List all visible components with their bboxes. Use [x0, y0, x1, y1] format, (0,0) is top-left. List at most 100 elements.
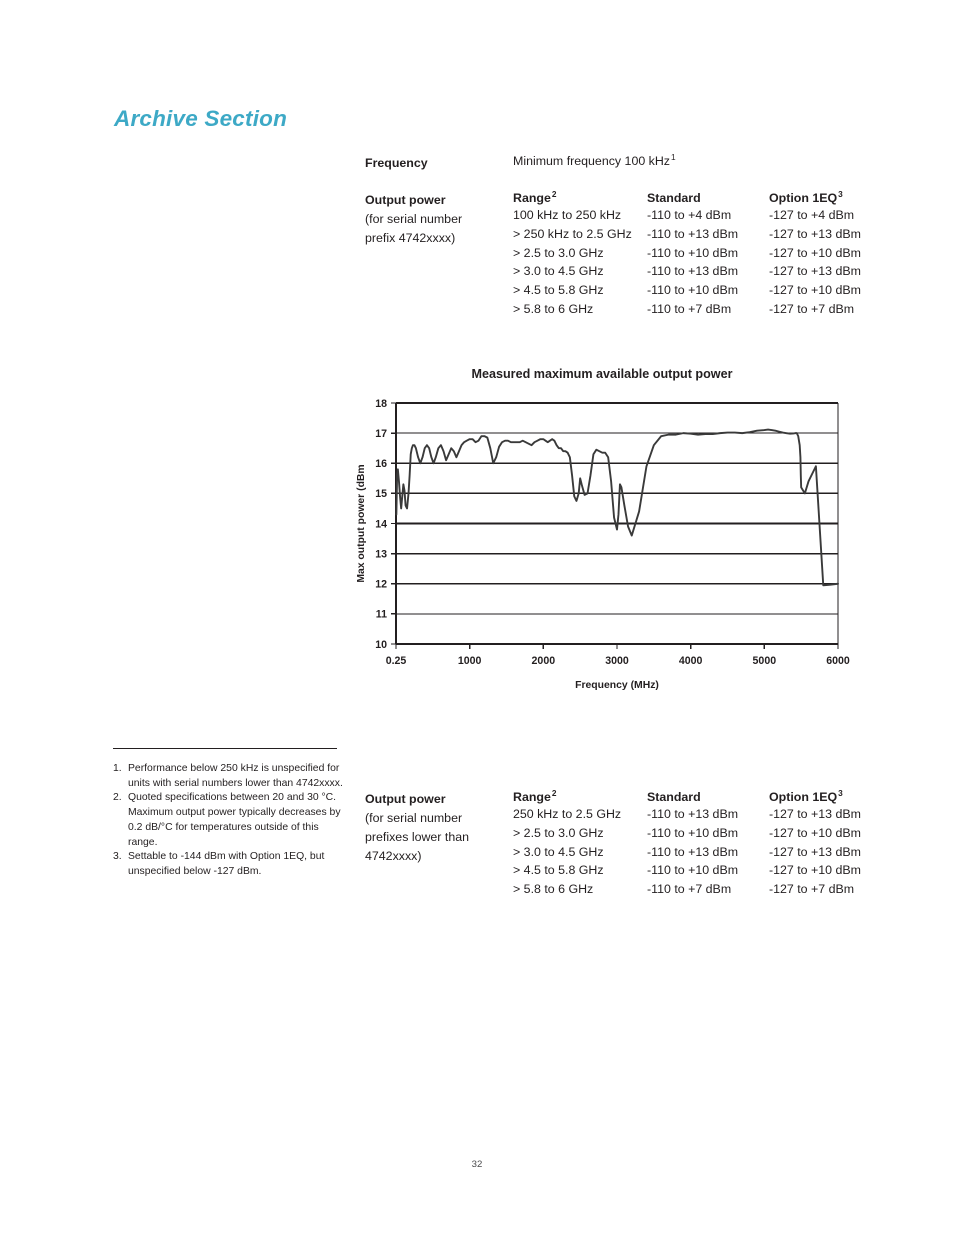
option-cell: -127 to +7 dBm — [769, 882, 855, 897]
y-tick-label: 10 — [375, 639, 387, 651]
table-row: > 3.0 to 4.5 GHz -110 to +13 dBm -127 to +… — [513, 843, 879, 862]
option-cell: -127 to +13 dBm — [769, 226, 861, 241]
standard-cell: -110 to +10 dBm — [647, 245, 739, 260]
range-cell: 250 kHz to 2.5 GHz — [513, 807, 622, 821]
y-tick-label: 14 — [375, 518, 387, 530]
x-tick-label: 0.25 — [386, 655, 407, 667]
option-cell: -127 to +13 dBm — [769, 807, 861, 821]
output-power-label-top: Output power (for serial number prefix 4… — [365, 191, 462, 248]
col-header-option: Option 1EQ3 — [769, 787, 879, 805]
footnote-marker-2: 2 — [551, 787, 557, 798]
table-row: > 5.8 to 6 GHz -110 to +7 dBm -127 to +7 d… — [513, 880, 879, 899]
range-cell: > 5.8 to 6 GHz — [513, 301, 594, 316]
output-power-label-sub-1-bottom: (for serial number — [365, 811, 463, 825]
option-cell: -127 to +13 dBm — [769, 844, 861, 859]
col-header-range-text: Range — [513, 790, 551, 804]
table-row: > 250 kHz to 2.5 GHz -110 to +13 dBm -127 … — [513, 225, 879, 244]
output-power-label-sub-1: (for serial number — [365, 212, 463, 226]
output-power-label-sub-3-bottom: 4742xxxx) — [365, 849, 422, 863]
standard-cell: -110 to +10 dBm — [647, 283, 739, 298]
footnote-text: Performance below 250 kHz is unspecified… — [128, 763, 343, 789]
document-page: Archive Section Frequency Minimum freque… — [0, 0, 954, 1235]
footnote-number: 3. — [113, 851, 122, 863]
output-power-chart: Measured maximum available output power … — [352, 360, 852, 690]
standard-cell: -110 to +13 dBm — [647, 844, 739, 859]
table-row: 250 kHz to 2.5 GHz -110 to +13 dBm -127 to… — [513, 805, 879, 824]
table-row: > 2.5 to 3.0 GHz -110 to +10 dBm -127 to +… — [513, 824, 879, 843]
footnote-item: 1. Performance below 250 kHz is unspecifi… — [113, 762, 345, 791]
standard-cell: -110 to +13 dBm — [647, 264, 739, 279]
y-tick-label: 18 — [375, 398, 387, 410]
footnote-marker-1: 1 — [671, 151, 676, 162]
page-title: Archive Section — [114, 106, 288, 131]
output-power-label-bottom: Output power (for serial number prefixes… — [365, 790, 469, 866]
output-power-table-top: Range2 Standard Option 1EQ3 100 kHz to 2… — [513, 188, 879, 319]
y-tick-label: 16 — [375, 458, 387, 470]
range-cell: > 5.8 to 6 GHz — [513, 882, 594, 897]
range-cell: > 4.5 to 5.8 GHz — [513, 283, 604, 298]
footnote-text: Quoted specifications between 20 and 30 … — [128, 792, 341, 848]
option-cell: -127 to +10 dBm — [769, 863, 861, 878]
chart-canvas: 10 11 12 13 14 15 16 17 18 0.25 1000 2000 3000 4000 50… — [356, 398, 850, 690]
x-tick-label: 1000 — [458, 655, 482, 667]
y-tick-label: 12 — [375, 579, 387, 591]
table-row: > 5.8 to 6 GHz -110 to +7 dBm -127 to +7 d… — [513, 300, 879, 319]
col-header-range: Range2 — [513, 188, 647, 206]
frequency-label: Frequency — [365, 154, 428, 173]
col-header-option: Option 1EQ3 — [769, 188, 879, 206]
col-header-range-text: Range — [513, 191, 551, 205]
x-tick-label: 5000 — [753, 655, 777, 667]
y-tick-label: 11 — [376, 609, 387, 621]
footnote-divider — [113, 748, 337, 749]
table-header-row: Range2 Standard Option 1EQ3 — [513, 787, 879, 805]
y-tick-label: 17 — [375, 428, 387, 440]
footnote-marker-2: 2 — [551, 188, 557, 199]
option-cell: -127 to +10 dBm — [769, 245, 861, 260]
output-power-label-head-bottom: Output power — [365, 792, 446, 806]
output-power-label-sub-2-bottom: prefixes lower than — [365, 830, 469, 844]
footnote-list: 1. Performance below 250 kHz is unspecifi… — [113, 762, 345, 880]
frequency-label-text: Frequency — [365, 156, 428, 170]
option-cell: -127 to +7 dBm — [769, 301, 855, 316]
standard-cell: -110 to +7 dBm — [647, 301, 732, 316]
table-header-row: Range2 Standard Option 1EQ3 — [513, 188, 879, 206]
footnote-marker-3: 3 — [838, 787, 843, 798]
footnote-marker-3: 3 — [838, 188, 843, 199]
minimum-frequency-text: Minimum frequency 100 kHz — [513, 154, 671, 168]
chart-title: Measured maximum available output power — [471, 367, 733, 381]
standard-cell: -110 to +7 dBm — [647, 882, 732, 897]
col-header-option-text: Option 1EQ — [769, 191, 838, 205]
standard-cell: -110 to +10 dBm — [647, 863, 739, 878]
x-tick-label: 6000 — [826, 655, 850, 667]
table-row: 100 kHz to 250 kHz -110 to +4 dBm -127 to … — [513, 206, 879, 225]
y-tick-label: 15 — [375, 488, 387, 500]
standard-cell: -110 to +10 dBm — [647, 825, 739, 840]
table-row: > 4.5 to 5.8 GHz -110 to +10 dBm -127 to +… — [513, 861, 879, 880]
table-row: > 4.5 to 5.8 GHz -110 to +10 dBm -127 to +… — [513, 281, 879, 300]
col-header-standard: Standard — [647, 790, 701, 804]
x-tick-label: 2000 — [532, 655, 556, 667]
col-header-range: Range2 — [513, 787, 647, 805]
output-power-label-head: Output power — [365, 193, 446, 207]
x-tick-label: 3000 — [605, 655, 629, 667]
page-number: 32 — [471, 1159, 483, 1170]
output-power-label-sub-2: prefix 4742xxxx) — [365, 231, 456, 245]
table-row: > 2.5 to 3.0 GHz -110 to +10 dBm -127 to +… — [513, 244, 879, 263]
col-header-standard: Standard — [647, 191, 701, 205]
output-power-table-bottom: Range2 Standard Option 1EQ3 250 kHz to 2… — [513, 787, 879, 899]
minimum-frequency-value: Minimum frequency 100 kHz1 — [513, 151, 676, 168]
footnote-text: Settable to -144 dBm with Option 1EQ, bu… — [128, 851, 325, 877]
x-axis-title: Frequency (MHz) — [575, 680, 659, 690]
option-cell: -127 to +10 dBm — [769, 825, 861, 840]
footnote-item: 2. Quoted specifications between 20 and 3… — [113, 791, 345, 850]
table-row: > 3.0 to 4.5 GHz -110 to +13 dBm -127 to +… — [513, 262, 879, 281]
col-header-option-text: Option 1EQ — [769, 790, 838, 804]
standard-cell: -110 to +4 dBm — [647, 208, 732, 222]
range-cell: > 2.5 to 3.0 GHz — [513, 245, 604, 260]
range-cell: > 4.5 to 5.8 GHz — [513, 863, 604, 878]
y-axis-title: Max output power (dBm — [356, 464, 367, 582]
option-cell: -127 to +10 dBm — [769, 283, 861, 298]
footnote-number: 1. — [113, 763, 122, 774]
chart-trace — [395, 428, 839, 587]
range-cell: > 3.0 to 4.5 GHz — [513, 264, 604, 279]
